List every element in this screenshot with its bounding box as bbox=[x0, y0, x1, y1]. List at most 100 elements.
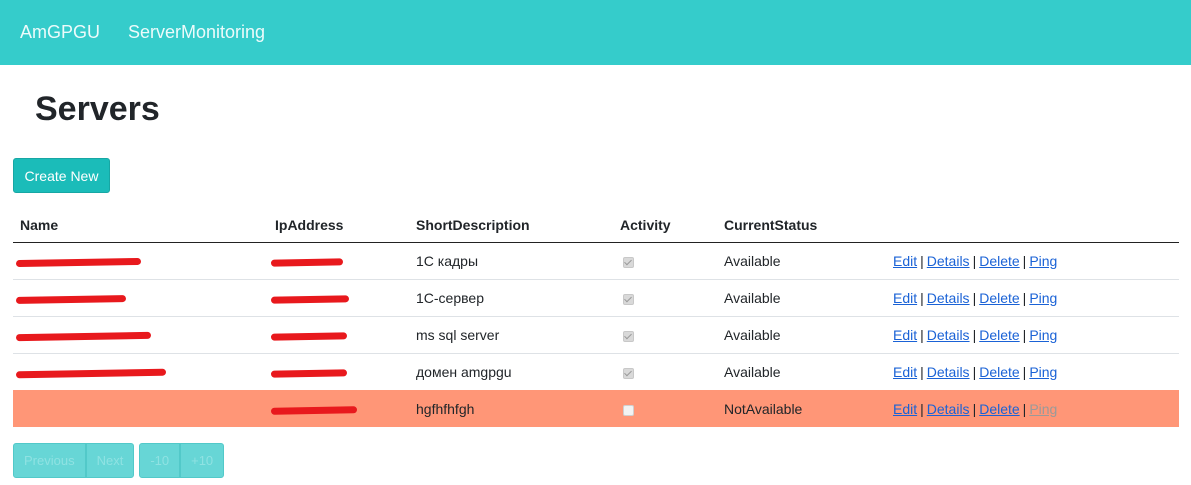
ping-link[interactable]: Ping bbox=[1029, 290, 1057, 306]
cell-currentstatus: Available bbox=[717, 279, 886, 317]
header-actions bbox=[886, 207, 1179, 243]
header-name: Name bbox=[13, 207, 268, 243]
cell-name bbox=[13, 242, 268, 280]
cell-actions: Edit | Details | Delete | Ping bbox=[886, 242, 1179, 280]
page-title: Servers bbox=[35, 90, 160, 128]
cell-actions: Edit | Details | Delete | Ping bbox=[886, 279, 1179, 317]
cell-shortdescription: ms sql server bbox=[409, 316, 613, 354]
cell-name bbox=[13, 390, 268, 427]
delete-link[interactable]: Delete bbox=[979, 327, 1019, 343]
delete-link[interactable]: Delete bbox=[979, 290, 1019, 306]
activity-checkbox bbox=[623, 367, 634, 379]
delete-link[interactable]: Delete bbox=[979, 401, 1019, 417]
details-link[interactable]: Details bbox=[927, 364, 970, 380]
cell-ipaddress bbox=[268, 353, 409, 391]
action-separator: | bbox=[920, 327, 924, 343]
action-separator: | bbox=[1022, 290, 1027, 306]
action-separator: | bbox=[972, 290, 977, 306]
brand-link[interactable]: AmGPGU bbox=[20, 22, 100, 43]
cell-currentstatus: Available bbox=[717, 353, 886, 391]
action-separator: | bbox=[920, 253, 924, 269]
cell-activity bbox=[613, 390, 717, 427]
cell-ipaddress bbox=[268, 390, 409, 427]
minus-ten-button[interactable]: -10 bbox=[139, 443, 181, 478]
cell-activity bbox=[613, 279, 717, 317]
previous-button[interactable]: Previous bbox=[13, 443, 86, 478]
redaction-mark bbox=[15, 368, 167, 379]
activity-checkbox bbox=[623, 330, 634, 342]
action-separator: | bbox=[920, 401, 924, 417]
action-separator: | bbox=[972, 327, 977, 343]
jump-group: -10 +10 bbox=[139, 443, 225, 478]
cell-activity bbox=[613, 242, 717, 280]
create-new-button[interactable]: Create New bbox=[13, 158, 110, 193]
cell-currentstatus: Available bbox=[717, 242, 886, 280]
table-row: hgfhfhfgh NotAvailable Edit | Details | Delete… bbox=[13, 390, 1179, 427]
header-shortdescription: ShortDescription bbox=[409, 207, 613, 243]
cell-currentstatus: Available bbox=[717, 316, 886, 354]
table-row: домен amgpgu Available Edit | Details | Delete… bbox=[13, 353, 1179, 391]
edit-link[interactable]: Edit bbox=[893, 253, 917, 269]
table-header-row: Name IpAddress ShortDescription Activity… bbox=[13, 207, 1179, 243]
cell-actions: Edit | Details | Delete | Ping bbox=[886, 390, 1179, 427]
activity-checkbox bbox=[623, 404, 634, 416]
redaction-mark bbox=[15, 294, 127, 304]
next-button[interactable]: Next bbox=[85, 443, 135, 478]
header-currentstatus: CurrentStatus bbox=[717, 207, 886, 243]
redaction-mark bbox=[270, 369, 348, 378]
table-row: 1С кадры Available Edit | Details | Delete | Pin… bbox=[13, 242, 1179, 280]
action-separator: | bbox=[972, 253, 977, 269]
action-separator: | bbox=[1022, 364, 1027, 380]
header-ipaddress: IpAddress bbox=[268, 207, 409, 243]
ping-link[interactable]: Ping bbox=[1029, 253, 1057, 269]
cell-ipaddress bbox=[268, 279, 409, 317]
cell-shortdescription: 1С-сервер bbox=[409, 279, 613, 317]
edit-link[interactable]: Edit bbox=[893, 401, 917, 417]
cell-shortdescription: hgfhfhfgh bbox=[409, 390, 613, 427]
cell-ipaddress bbox=[268, 316, 409, 354]
cell-name bbox=[13, 353, 268, 391]
plus-ten-button[interactable]: +10 bbox=[180, 443, 225, 478]
redaction-mark bbox=[270, 258, 344, 267]
redaction-mark bbox=[15, 257, 142, 267]
action-separator: | bbox=[920, 290, 924, 306]
action-separator: | bbox=[920, 364, 924, 380]
servers-table: Name IpAddress ShortDescription Activity… bbox=[13, 207, 1179, 427]
redaction-mark bbox=[270, 332, 348, 341]
cell-ipaddress bbox=[268, 242, 409, 280]
cell-shortdescription: 1С кадры bbox=[409, 242, 613, 280]
delete-link[interactable]: Delete bbox=[979, 364, 1019, 380]
details-link[interactable]: Details bbox=[927, 327, 970, 343]
details-link[interactable]: Details bbox=[927, 401, 970, 417]
edit-link[interactable]: Edit bbox=[893, 364, 917, 380]
ping-link: Ping bbox=[1029, 401, 1058, 417]
activity-checkbox bbox=[623, 256, 634, 268]
action-separator: | bbox=[972, 401, 977, 417]
edit-link[interactable]: Edit bbox=[893, 290, 917, 306]
details-link[interactable]: Details bbox=[927, 253, 970, 269]
redaction-mark bbox=[270, 406, 358, 415]
table-row: 1С-сервер Available Edit | Details | Delete | Pi… bbox=[13, 279, 1179, 317]
cell-activity bbox=[613, 316, 717, 354]
action-separator: | bbox=[1022, 401, 1027, 417]
cell-activity bbox=[613, 353, 717, 391]
details-link[interactable]: Details bbox=[927, 290, 970, 306]
ping-link[interactable]: Ping bbox=[1029, 327, 1057, 343]
cell-name bbox=[13, 279, 268, 317]
cell-actions: Edit | Details | Delete | Ping bbox=[886, 353, 1179, 391]
top-navbar: AmGPGU ServerMonitoring bbox=[0, 0, 1191, 65]
action-separator: | bbox=[1022, 327, 1027, 343]
pagination: Previous Next -10 +10 bbox=[13, 443, 225, 478]
redaction-mark bbox=[270, 295, 350, 304]
prev-next-group: Previous Next bbox=[13, 443, 135, 478]
edit-link[interactable]: Edit bbox=[893, 327, 917, 343]
cell-actions: Edit | Details | Delete | Ping bbox=[886, 316, 1179, 354]
cell-shortdescription: домен amgpgu bbox=[409, 353, 613, 391]
activity-checkbox bbox=[623, 293, 634, 305]
redaction-mark bbox=[15, 331, 152, 341]
ping-link[interactable]: Ping bbox=[1029, 364, 1057, 380]
delete-link[interactable]: Delete bbox=[979, 253, 1019, 269]
nav-link-server-monitoring[interactable]: ServerMonitoring bbox=[128, 22, 265, 43]
cell-name bbox=[13, 316, 268, 354]
cell-currentstatus: NotAvailable bbox=[717, 390, 886, 427]
